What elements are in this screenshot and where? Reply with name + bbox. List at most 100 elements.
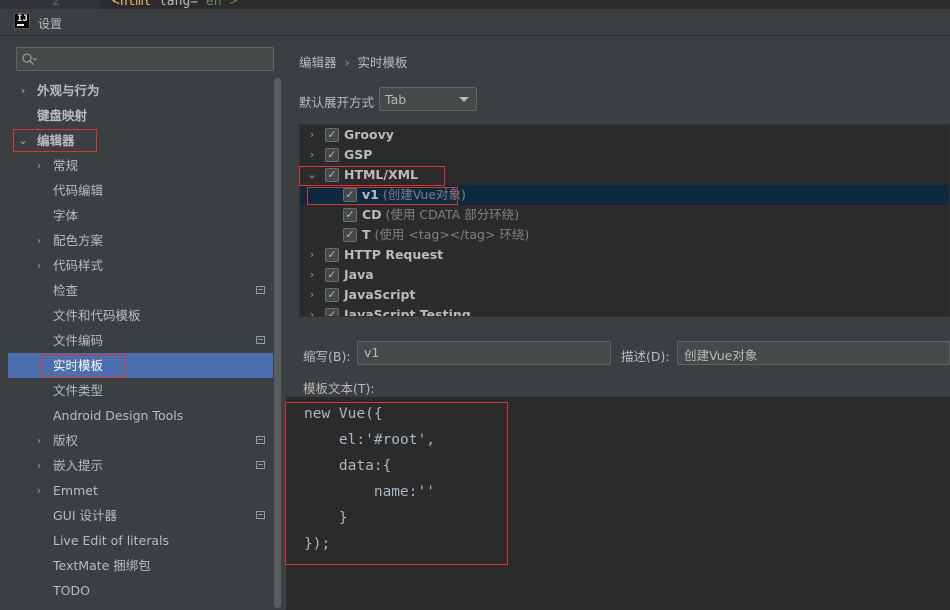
sidebar-item-20[interactable]: TODO xyxy=(8,578,282,603)
template-item-row[interactable]: ✓ T (使用 <tag></tag> 环绕) xyxy=(300,225,949,245)
sidebar-scrollbar[interactable] xyxy=(273,76,282,610)
template-abbreviation: T xyxy=(362,227,371,242)
project-scope-icon xyxy=(256,461,265,469)
breadcrumb-live-templates: 实时模板 xyxy=(357,55,408,70)
sidebar-item-label: 配色方案 xyxy=(53,233,104,248)
sidebar-item-label: 外观与行为 xyxy=(37,83,100,98)
template-item-row[interactable]: ✓ v1 (创建Vue对象) xyxy=(300,185,949,205)
description-label: 描述(D): xyxy=(621,349,670,364)
chevron-right-icon[interactable]: › xyxy=(33,153,45,178)
sidebar-item-17[interactable]: GUI 设计器 xyxy=(8,503,282,528)
chevron-right-icon[interactable]: › xyxy=(306,145,318,165)
chevron-down-icon[interactable]: ⌄ xyxy=(17,128,29,153)
sidebar-item-7[interactable]: › 代码样式 xyxy=(8,253,282,278)
template-text-editor[interactable]: new Vue({ el:'#root', data:{ name:'' } }… xyxy=(286,397,950,610)
expand-with-select[interactable]: Tab xyxy=(379,87,477,111)
template-group-row[interactable]: › ✓ JavaScript Testing xyxy=(300,305,949,316)
template-checkbox[interactable]: ✓ xyxy=(325,128,339,142)
chevron-right-icon[interactable]: › xyxy=(33,428,45,453)
template-checkbox[interactable]: ✓ xyxy=(343,188,357,202)
chevron-right-icon[interactable]: › xyxy=(306,305,318,316)
dialog-titlebar[interactable]: IJ 设置 xyxy=(0,9,950,36)
template-abbreviation: CD xyxy=(362,207,382,222)
sidebar-item-11[interactable]: 实时模板 xyxy=(8,353,282,378)
sidebar-item-label: 代码样式 xyxy=(53,258,104,273)
description-input[interactable]: 创建Vue对象 xyxy=(677,341,950,365)
sidebar-item-label: 文件和代码模板 xyxy=(53,308,141,323)
template-group-name: GSP xyxy=(344,147,373,162)
sidebar-item-14[interactable]: › 版权 xyxy=(8,428,282,453)
chevron-right-icon[interactable]: › xyxy=(33,228,45,253)
project-scope-icon xyxy=(256,336,265,344)
intellij-logo-icon: IJ xyxy=(14,13,30,29)
template-abbreviation: v1 xyxy=(362,187,379,202)
template-checkbox[interactable]: ✓ xyxy=(325,268,339,282)
sidebar-item-10[interactable]: 文件编码 xyxy=(8,328,282,353)
template-row-label: Groovy xyxy=(344,125,394,145)
chevron-right-icon[interactable]: › xyxy=(33,453,45,478)
sidebar-item-label: 实时模板 xyxy=(53,358,104,373)
template-group-row[interactable]: › ✓ Java xyxy=(300,265,949,285)
settings-sidebar: › 外观与行为 键盘映射 ⌄ 编辑器 › 常规 代码编辑 字体 › 配色方案 › 代码样式 检查 文件和代码… xyxy=(0,36,282,610)
template-group-row[interactable]: ⌄ ✓ HTML/XML xyxy=(300,165,949,185)
sidebar-item-6[interactable]: › 配色方案 xyxy=(8,228,282,253)
line-number: 2 xyxy=(52,0,60,9)
chevron-right-icon[interactable]: › xyxy=(306,265,318,285)
sidebar-item-3[interactable]: › 常规 xyxy=(8,153,282,178)
sidebar-item-2[interactable]: ⌄ 编辑器 xyxy=(8,128,282,153)
template-checkbox[interactable]: ✓ xyxy=(325,148,339,162)
template-group-row[interactable]: › ✓ HTTP Request xyxy=(300,245,949,265)
chevron-right-icon[interactable]: › xyxy=(17,78,29,103)
settings-search-input[interactable] xyxy=(16,47,274,71)
sidebar-item-8[interactable]: 检查 xyxy=(8,278,282,303)
dialog-title: 设置 xyxy=(38,17,63,31)
template-checkbox[interactable]: ✓ xyxy=(325,168,339,182)
template-checkbox[interactable]: ✓ xyxy=(325,308,339,316)
scrollbar-thumb[interactable] xyxy=(274,78,281,608)
breadcrumb-separator: › xyxy=(344,55,350,70)
sidebar-item-9[interactable]: 文件和代码模板 xyxy=(8,303,282,328)
project-scope-icon xyxy=(256,436,265,444)
sidebar-item-5[interactable]: 字体 xyxy=(8,203,282,228)
template-checkbox[interactable]: ✓ xyxy=(325,288,339,302)
template-checkbox[interactable]: ✓ xyxy=(343,208,357,222)
template-row-label: Java xyxy=(344,265,374,285)
template-group-row[interactable]: › ✓ GSP xyxy=(300,145,949,165)
search-icon xyxy=(22,53,37,65)
sidebar-item-4[interactable]: 代码编辑 xyxy=(8,178,282,203)
chevron-right-icon[interactable]: › xyxy=(33,478,45,503)
sidebar-item-12[interactable]: 文件类型 xyxy=(8,378,282,403)
sidebar-item-16[interactable]: › Emmet xyxy=(8,478,282,503)
template-group-row[interactable]: › ✓ Groovy xyxy=(300,125,949,145)
project-scope-icon xyxy=(256,286,265,294)
template-row-label: HTTP Request xyxy=(344,245,443,265)
sidebar-item-1[interactable]: 键盘映射 xyxy=(8,103,282,128)
background-editor: 2 <html lang="en"> xyxy=(0,0,950,9)
templates-tree: › ✓ Groovy › ✓ GSP ⌄ ✓ HTML/XML ✓ v1 (创建Vue对象) ✓ CD … xyxy=(299,124,950,317)
sidebar-item-13[interactable]: Android Design Tools xyxy=(8,403,282,428)
chevron-down-icon xyxy=(459,97,469,102)
chevron-right-icon[interactable]: › xyxy=(306,125,318,145)
template-row-label: T (使用 <tag></tag> 环绕) xyxy=(362,225,529,245)
template-checkbox[interactable]: ✓ xyxy=(343,228,357,242)
chevron-right-icon[interactable]: › xyxy=(306,285,318,305)
template-item-row[interactable]: ✓ CD (使用 CDATA 部分环绕) xyxy=(300,205,949,225)
editor-code-line: <html lang="en"> xyxy=(112,0,237,9)
sidebar-item-label: 文件类型 xyxy=(53,383,104,398)
sidebar-item-0[interactable]: › 外观与行为 xyxy=(8,78,282,103)
sidebar-item-19[interactable]: TextMate 捆绑包 xyxy=(8,553,282,578)
sidebar-item-label: 嵌入提示 xyxy=(53,458,104,473)
sidebar-item-15[interactable]: › 嵌入提示 xyxy=(8,453,282,478)
breadcrumb-editor[interactable]: 编辑器 xyxy=(299,55,337,70)
abbreviation-input[interactable]: v1 xyxy=(357,341,611,365)
chevron-right-icon[interactable]: › xyxy=(33,253,45,278)
template-checkbox[interactable]: ✓ xyxy=(325,248,339,262)
sidebar-item-label: 编辑器 xyxy=(37,133,75,148)
template-group-row[interactable]: › ✓ JavaScript xyxy=(300,285,949,305)
chevron-right-icon[interactable]: › xyxy=(306,245,318,265)
template-text-content[interactable]: new Vue({ el:'#root', data:{ name:'' } }… xyxy=(304,401,435,557)
chevron-down-icon[interactable]: ⌄ xyxy=(306,165,318,185)
sidebar-item-18[interactable]: Live Edit of literals xyxy=(8,528,282,553)
template-row-label: v1 (创建Vue对象) xyxy=(362,185,466,205)
template-group-name: HTTP Request xyxy=(344,247,444,262)
